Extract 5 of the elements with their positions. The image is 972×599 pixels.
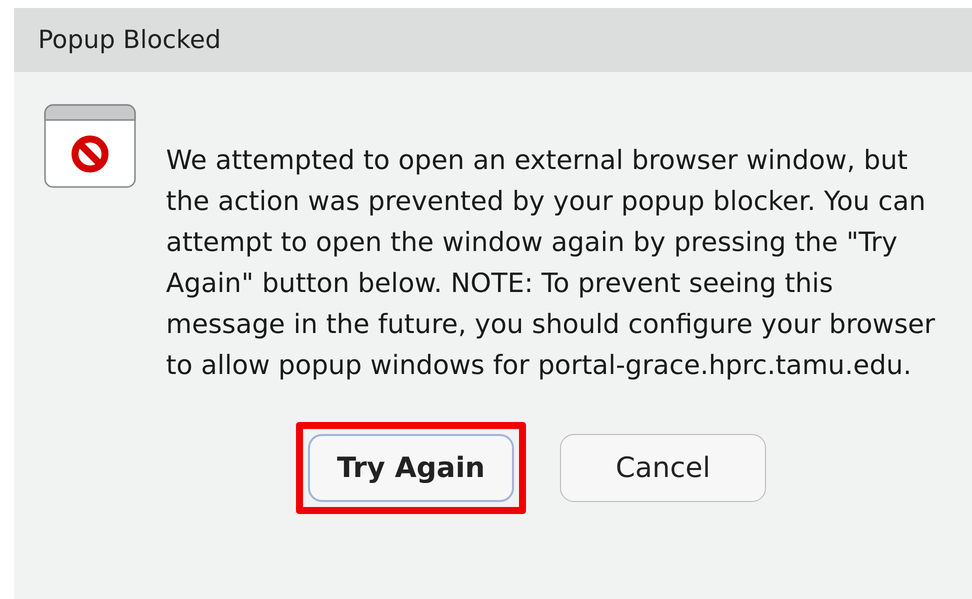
dialog-button[interactable]: Cancel [560,434,766,502]
window-title: Popup Blocked [38,24,221,56]
dialog-button[interactable]: Try Again [308,434,514,502]
blocked-window-icon [44,104,136,188]
message-text: We attempted to open an external browser window, but the action was prevented by your popup blocker. You can attempt to open the window again by pressing the "Try Again" button below. NOTE: To prevent seeing this message in the future, you should configure your browser to allow popup windows for portal-grace.hprc.tamu.edu. [166,144,936,383]
